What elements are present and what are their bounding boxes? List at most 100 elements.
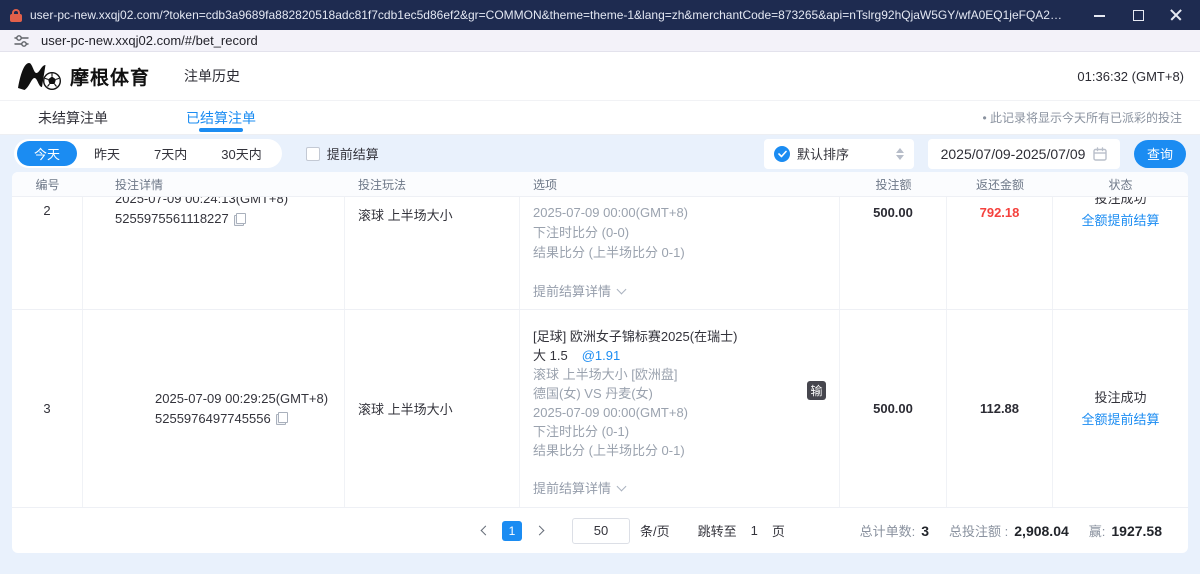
app-window: user-pc-new.xxqj02.com/?token=cdb3a9689f… [0, 0, 1200, 574]
early-settle-detail-label: 提前结算详情 [533, 281, 611, 300]
result-score: 结果比分 (上半场比分 0-1) [533, 243, 839, 263]
total-count-label: 总计单数: [860, 521, 916, 540]
tab-row: 未结算注单 已结算注单 • 此记录将显示今天所有已派彩的投注 [0, 100, 1200, 135]
close-button[interactable] [1170, 9, 1182, 21]
tab-unsettled-label: 未结算注单 [38, 108, 108, 128]
bet-table-card: 编号 投注详情 投注玩法 选项 投注额 返还金额 状态 2 2025-07-09… [12, 172, 1188, 553]
score-at-bet: 下注时比分 (0-1) [533, 422, 839, 441]
brand-logo: 摩根体育 [16, 59, 150, 93]
early-settle-checkbox-group[interactable]: 提前结算 [306, 144, 379, 163]
menu-bet-history[interactable]: 注单历史 [184, 66, 240, 86]
browser-tab-title: user-pc-new.xxqj02.com/?token=cdb3a9689f… [30, 8, 1086, 22]
status-text: 投注成功 [1053, 197, 1188, 210]
chevron-down-icon [617, 481, 627, 491]
selection-name: 大 1.5 [533, 346, 568, 365]
filter-today[interactable]: 今天 [17, 141, 77, 166]
early-settle-detail-link[interactable]: 提前结算详情 [533, 281, 839, 300]
match-time: 2025-07-09 00:00(GMT+8) [533, 203, 839, 223]
filter-last-30-days[interactable]: 30天内 [204, 141, 278, 166]
filter-last-7-days[interactable]: 7天内 [137, 141, 204, 166]
total-stake-label: 总投注额 : [949, 521, 1008, 540]
early-settle-label: 提前结算 [327, 144, 379, 163]
page-unit-label: 页 [772, 521, 785, 540]
calendar-icon [1093, 147, 1107, 161]
league-name: [足球] 欧洲女子锦标赛2025(在瑞士) [533, 327, 839, 346]
result-score: 结果比分 (上半场比分 0-1) [533, 441, 839, 460]
date-quick-filters: 今天 昨天 7天内 30天内 [14, 139, 282, 168]
app-header: 摩根体育 注单历史 01:36:32 (GMT+8) [0, 52, 1200, 100]
table-row: 3 2025-07-09 00:29:25(GMT+8) 52559764977… [12, 310, 1188, 508]
win-value: 1927.58 [1111, 523, 1162, 539]
cell-refund-amount: 112.88 [947, 310, 1053, 507]
bet-time: 2025-07-09 00:29:25(GMT+8) [155, 389, 328, 409]
browser-title-bar: user-pc-new.xxqj02.com/?token=cdb3a9689f… [0, 0, 1200, 30]
full-early-settle-link[interactable]: 全额提前结算 [1053, 210, 1188, 232]
copy-icon[interactable] [276, 412, 288, 425]
chevron-left-icon [480, 526, 490, 536]
lock-icon [10, 9, 22, 22]
selection-odds: @1.91 [582, 346, 621, 365]
page-size-input[interactable] [572, 518, 630, 544]
cell-bet-amount: 500.00 [840, 197, 947, 309]
bet-number: 5255976497745556 [155, 409, 271, 429]
record-note: • 此记录将显示今天所有已派彩的投注 [982, 109, 1182, 126]
address-url[interactable]: user-pc-new.xxqj02.com/#/bet_record [41, 33, 258, 48]
table-row: 2 2025-07-09 00:24:13(GMT+8) 52559755611… [12, 197, 1188, 310]
date-range-picker[interactable]: 2025/07/09-2025/07/09 [928, 139, 1120, 169]
early-settle-checkbox[interactable] [306, 147, 320, 161]
sort-dropdown[interactable]: 默认排序 [764, 139, 914, 169]
next-page-button[interactable] [528, 520, 550, 542]
tab-settled-bets[interactable]: 已结算注单 [186, 101, 256, 134]
page-number-button[interactable]: 1 [502, 521, 522, 541]
maximize-button[interactable] [1132, 9, 1144, 21]
col-header-amount: 投注额 [840, 176, 947, 193]
pagination-bar: 1 条/页 跳转至 1 页 总计单数: 3 总投注额 : 2,908.04 赢:… [12, 508, 1188, 553]
early-settle-detail-label: 提前结算详情 [533, 478, 611, 497]
header-clock: 01:36:32 (GMT+8) [1077, 69, 1184, 84]
win-label: 赢: [1089, 521, 1106, 540]
cell-play-type: 滚球 上半场大小 [345, 310, 520, 507]
per-page-label: 条/页 [640, 521, 670, 540]
status-text: 投注成功 [1081, 387, 1159, 409]
early-settle-detail-link[interactable]: 提前结算详情 [533, 478, 839, 497]
cell-bet-id: 3 [12, 310, 83, 507]
col-header-play: 投注玩法 [345, 176, 520, 193]
chevron-down-icon [617, 284, 627, 294]
tab-settled-label: 已结算注单 [186, 108, 256, 128]
sort-selected-value: 默认排序 [797, 144, 849, 163]
search-button[interactable]: 查询 [1134, 140, 1186, 168]
total-count-value: 3 [921, 523, 929, 539]
filter-bar: 今天 昨天 7天内 30天内 提前结算 默认排序 2025/07/09-2025… [0, 135, 1200, 172]
browser-address-bar: user-pc-new.xxqj02.com/#/bet_record [0, 30, 1200, 52]
jump-to-label: 跳转至 [698, 521, 737, 540]
sort-arrows-icon [896, 148, 904, 160]
jump-page-value: 1 [751, 523, 758, 538]
prev-page-button[interactable] [474, 520, 496, 542]
brand-swoosh-ball-icon [16, 59, 62, 93]
col-header-option: 选项 [520, 176, 840, 193]
cell-refund-amount: 792.18 [947, 197, 1053, 309]
match-teams: 德国(女) VS 丹麦(女) [533, 384, 839, 403]
match-time: 2025-07-09 00:00(GMT+8) [533, 403, 839, 422]
date-range-value: 2025/07/09-2025/07/09 [941, 146, 1086, 162]
minimize-button[interactable] [1094, 9, 1106, 21]
filter-yesterday[interactable]: 昨天 [77, 141, 137, 166]
full-early-settle-link[interactable]: 全额提前结算 [1081, 409, 1159, 431]
bet-time: 2025-07-09 00:24:13(GMT+8) [115, 197, 344, 209]
check-circle-icon [774, 146, 790, 162]
col-header-id: 编号 [12, 176, 83, 193]
table-header-row: 编号 投注详情 投注玩法 选项 投注额 返还金额 状态 [12, 172, 1188, 197]
result-lose-badge: 输 [807, 381, 826, 400]
bet-number: 5255975561118227 [115, 209, 229, 229]
brand-name: 摩根体育 [70, 63, 150, 90]
market-name: 滚球 上半场大小 [欧洲盘] [533, 365, 839, 384]
copy-icon[interactable] [234, 213, 246, 226]
score-at-bet: 下注时比分 (0-0) [533, 223, 839, 243]
site-permissions-icon[interactable] [14, 34, 29, 48]
col-header-detail: 投注详情 [83, 176, 345, 193]
active-tab-underline [199, 128, 243, 132]
tab-unsettled-bets[interactable]: 未结算注单 [38, 101, 108, 134]
total-stake-value: 2,908.04 [1014, 523, 1069, 539]
chevron-right-icon [534, 526, 544, 536]
col-header-status: 状态 [1053, 176, 1188, 193]
